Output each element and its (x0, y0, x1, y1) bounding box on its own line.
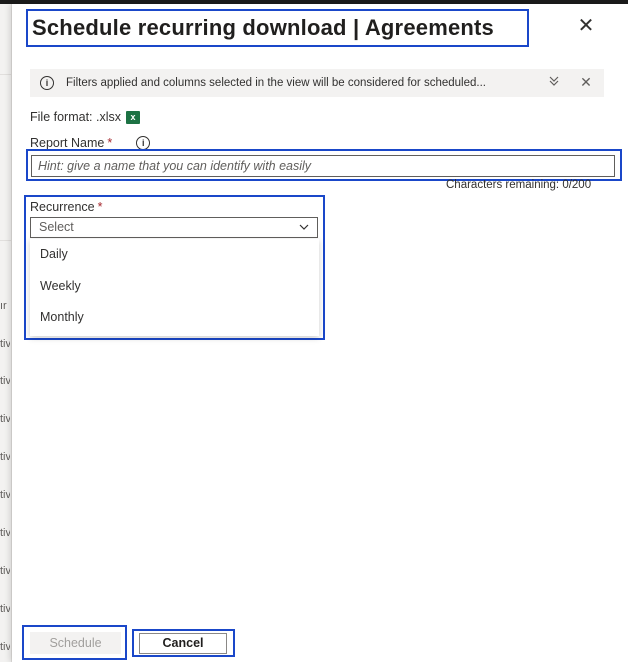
recurrence-highlight: Recurrence * Select Daily Weekly Monthly (24, 195, 325, 340)
file-format-row: File format: .xlsx x (30, 110, 140, 124)
background-text: tiv (0, 565, 10, 577)
characters-remaining: Characters remaining: 0/200 (446, 179, 592, 191)
recurrence-option-weekly[interactable]: Weekly (30, 271, 319, 303)
background-divider (0, 240, 11, 241)
recurrence-label-row: Recurrence * (30, 200, 103, 214)
background-page: ır tiv tiv tiv tiv tiv tiv tiv tiv tiv (0, 4, 12, 662)
background-text: tiv (0, 603, 10, 615)
required-marker: * (97, 200, 103, 214)
background-divider (0, 74, 11, 75)
file-format-label: File format: .xlsx (30, 110, 121, 124)
background-text: ır (0, 300, 7, 312)
background-text: tiv (0, 413, 10, 425)
report-name-label-row: Report Name * i (30, 136, 151, 150)
schedule-highlight: Schedule (22, 625, 127, 660)
excel-icon: x (126, 110, 140, 124)
background-text: tiv (0, 641, 10, 653)
info-icon[interactable]: i (136, 136, 151, 150)
background-text: tiv (0, 375, 10, 387)
report-name-highlight (26, 149, 622, 181)
cancel-button[interactable]: Cancel (139, 633, 227, 654)
info-message-text: Filters applied and columns selected in … (66, 77, 486, 89)
info-message-bar: i Filters applied and columns selected i… (30, 69, 604, 97)
recurrence-option-daily[interactable]: Daily (30, 239, 319, 271)
dialog-title: Schedule recurring download | Agreements (32, 15, 494, 40)
recurrence-dropdown: Daily Weekly Monthly (30, 239, 319, 336)
report-name-input[interactable] (31, 155, 615, 177)
info-icon: i (40, 76, 54, 90)
chevron-down-icon (299, 224, 309, 230)
background-text: tiv (0, 489, 10, 501)
cancel-highlight: Cancel (132, 629, 235, 657)
dismiss-icon[interactable]: ✕ (578, 74, 594, 90)
schedule-dialog: Schedule recurring download | Agreements… (12, 4, 628, 662)
report-name-label: Report Name (30, 136, 105, 150)
recurrence-option-monthly[interactable]: Monthly (30, 302, 319, 334)
double-chevron-down-icon (549, 76, 559, 86)
background-text: tiv (0, 338, 10, 350)
recurrence-select[interactable]: Select (30, 217, 318, 238)
required-marker: * (107, 136, 113, 150)
recurrence-selected-value: Select (39, 220, 74, 234)
title-highlight: Schedule recurring download | Agreements (26, 9, 529, 47)
schedule-button[interactable]: Schedule (30, 632, 121, 654)
expand-icon[interactable] (546, 75, 562, 91)
background-text: tiv (0, 527, 10, 539)
recurrence-label: Recurrence (30, 200, 95, 214)
close-icon[interactable]: ✕ (576, 16, 596, 36)
background-text: tiv (0, 451, 10, 463)
